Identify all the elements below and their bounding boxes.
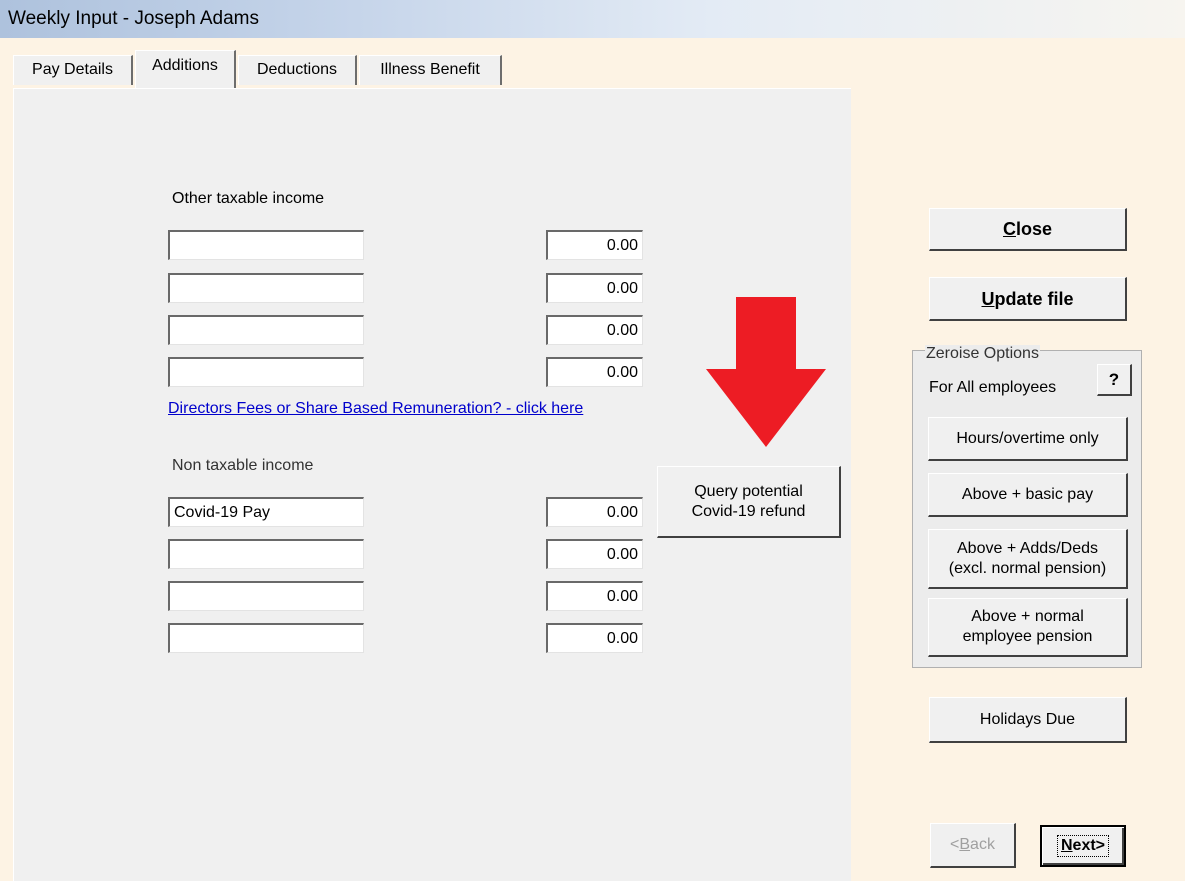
close-label-rest: lose [1015,219,1053,239]
red-down-arrow-icon [706,297,826,447]
button-line: Hours/overtime only [956,429,1099,447]
next-focus-box: Next> [1056,835,1110,857]
back-label-rest: ack [970,836,995,853]
close-mnemonic: C [1002,219,1016,239]
update-file-button[interactable]: Update file [929,277,1127,321]
nontaxable-description-2[interactable] [168,539,364,569]
button-line: (excl. normal pension) [948,559,1107,577]
taxable-description-4[interactable] [168,357,364,387]
taxable-amount-3[interactable] [546,315,643,345]
tab-label: Additions [152,57,218,74]
tab-label: Deductions [256,61,338,78]
zeroise-help-button[interactable]: ? [1097,364,1132,396]
zeroise-options-legend: Zeroise Options [925,345,1040,363]
taxable-description-2[interactable] [168,273,364,303]
back-prefix: < [950,836,960,853]
query-covid-refund-button[interactable]: Query potential Covid-19 refund [657,466,841,538]
window-title: Weekly Input - Joseph Adams [8,8,259,29]
taxable-amount-2[interactable] [546,273,643,303]
taxable-amount-4[interactable] [546,357,643,387]
tab-label: Pay Details [32,61,113,78]
close-button[interactable]: Close [929,208,1127,251]
back-mnemonic: B [959,836,971,853]
window-title-bar: Weekly Input - Joseph Adams [0,0,1185,38]
nontaxable-description-1[interactable] [168,497,364,527]
button-line: Above + basic pay [961,485,1094,503]
taxable-description-3[interactable] [168,315,364,345]
next-button[interactable]: Next> [1040,825,1126,867]
zeroise-subtitle: For All employees [929,379,1057,396]
zeroise-adds-deds-button[interactable]: Above + Adds/Deds (excl. normal pension) [928,529,1128,589]
nontaxable-description-4[interactable] [168,623,364,653]
update-mnemonic: U [981,288,995,309]
tab-pay-details[interactable]: Pay Details [13,55,133,85]
tab-label: Illness Benefit [380,61,480,78]
directors-fees-link[interactable]: Directors Fees or Share Based Remunerati… [168,400,583,418]
taxable-income-heading: Other taxable income [172,190,325,207]
zeroise-hours-overtime-button[interactable]: Hours/overtime only [928,417,1128,461]
non-taxable-income-heading: Non taxable income [172,457,314,474]
tab-additions[interactable]: Additions [135,50,236,88]
back-button[interactable]: < Back [930,823,1016,868]
next-label-rest: ext> [1072,837,1106,854]
holidays-due-button[interactable]: Holidays Due [929,697,1127,743]
button-line: employee pension [962,628,1093,645]
tab-deductions[interactable]: Deductions [238,55,357,85]
taxable-description-1[interactable] [168,230,364,260]
zeroise-normal-pension-button[interactable]: Above + normal employee pension [928,598,1128,657]
nontaxable-amount-4[interactable] [546,623,643,653]
button-line: Query potential [694,482,803,500]
button-line: Above + Adds/Deds [957,539,1098,557]
button-line: Above + normal [971,608,1084,625]
update-label-rest: pdate file [994,288,1074,309]
nontaxable-amount-3[interactable] [546,581,643,611]
nontaxable-amount-1[interactable] [546,497,643,527]
nontaxable-description-3[interactable] [168,581,364,611]
nontaxable-amount-2[interactable] [546,539,643,569]
next-mnemonic: N [1060,837,1073,854]
tab-illness-benefit[interactable]: Illness Benefit [359,55,502,85]
taxable-amount-1[interactable] [546,230,643,260]
zeroise-basic-pay-button[interactable]: Above + basic pay [928,473,1128,517]
button-line: Covid-19 refund [691,502,806,520]
